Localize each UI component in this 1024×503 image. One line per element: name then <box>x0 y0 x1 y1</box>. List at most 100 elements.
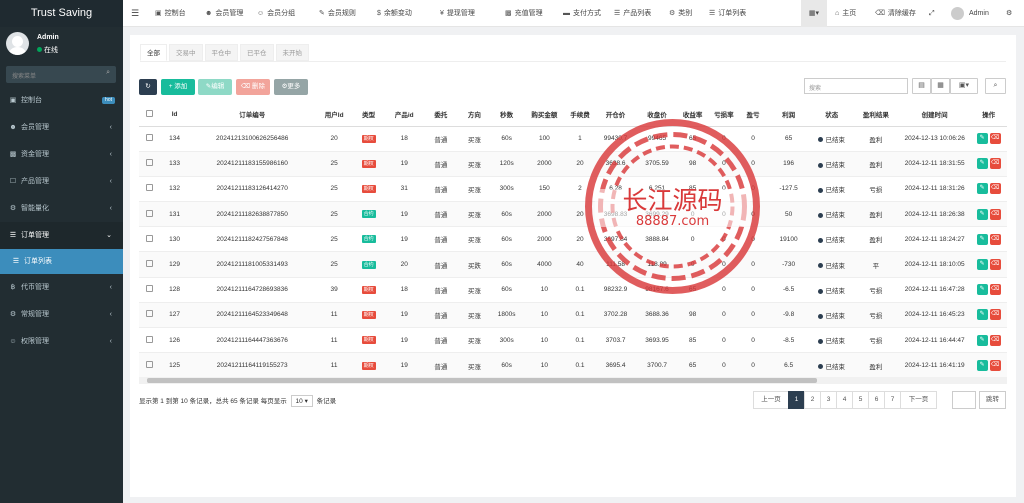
fullscreen-icon[interactable]: ⤢ <box>929 0 935 27</box>
column-header[interactable]: 利润 <box>766 103 811 127</box>
table-row[interactable]: 134 20241213100626256486 20 期权 18 普通 买涨 60s 100 1… <box>139 125 1007 152</box>
delete-icon[interactable]: ⌫ <box>989 158 1001 170</box>
table-row[interactable]: 132 20241211183126414270 25 期权 31 普通 买涨 300s 150… <box>139 175 1007 202</box>
delete-icon[interactable]: ⌫ <box>989 334 1001 346</box>
row-checkbox[interactable] <box>146 361 154 369</box>
row-checkbox[interactable] <box>146 310 154 318</box>
home-link[interactable]: ⌂ 主页 <box>835 0 856 27</box>
delete-button[interactable]: ⌫ 删除 <box>236 79 270 95</box>
page-button[interactable]: 2 <box>804 391 821 409</box>
edit-icon[interactable]: ✎ <box>976 183 988 195</box>
sidebar-item-5[interactable]: ☰ 订单管理 ⌄ <box>0 222 123 249</box>
table-search-input[interactable]: 搜索 <box>804 78 908 94</box>
sidebar-item-3[interactable]: ☐ 产品管理 ‹ <box>0 168 123 195</box>
delete-icon[interactable]: ⌫ <box>989 183 1001 195</box>
sidebar-item-4[interactable]: ⚙ 智能量化 ‹ <box>0 195 123 222</box>
column-header[interactable]: 状态 <box>810 103 853 127</box>
delete-icon[interactable]: ⌫ <box>989 284 1001 296</box>
table-row[interactable]: 128 20241211164728693836 39 期权 18 普通 买涨 60s 10 0.… <box>139 276 1007 303</box>
settings-gear-icon[interactable]: ⚙ <box>1006 0 1012 27</box>
next-page-button[interactable]: 下一页 <box>900 391 937 409</box>
sidebar-item-7[interactable]: ฿ 代币管理 ‹ <box>0 274 123 301</box>
delete-icon[interactable]: ⌫ <box>989 259 1001 271</box>
clear-cache-button[interactable]: ⌫ 清除缓存 <box>875 0 916 27</box>
column-header[interactable]: 订单编号 <box>188 103 316 127</box>
table-row[interactable]: 126 20241211164447363676 11 期权 19 普通 买涨 300s 10 0… <box>139 326 1007 353</box>
table-row[interactable]: 127 20241211164523349648 11 期权 19 普通 买涨 1800s 10… <box>139 301 1007 328</box>
scrollbar-thumb[interactable] <box>147 378 817 383</box>
table-row[interactable]: 131 20241211182638877850 25 合约 19 普通 买涨 60s 2000… <box>139 201 1007 227</box>
add-button[interactable]: + 添加 <box>161 79 195 95</box>
page-size-select[interactable]: 10 ▾ <box>290 395 313 407</box>
page-jump-input[interactable] <box>952 391 976 409</box>
topnav-item-4[interactable]: $ 余额变动 <box>377 0 412 27</box>
page-button[interactable]: 5 <box>852 391 869 409</box>
row-checkbox[interactable] <box>146 260 154 268</box>
row-checkbox[interactable] <box>146 184 154 192</box>
delete-icon[interactable]: ⌫ <box>989 360 1001 372</box>
edit-icon[interactable]: ✎ <box>976 208 988 220</box>
page-button[interactable]: 3 <box>820 391 837 409</box>
table-row[interactable]: 129 20241211181005331493 25 合约 20 普通 买跌 60s 4000… <box>139 251 1007 278</box>
sidebar-item-6[interactable]: ☰ 订单列表 <box>0 249 123 274</box>
column-header[interactable]: 产品id <box>384 103 424 127</box>
delete-icon[interactable]: ⌫ <box>989 133 1001 145</box>
sidebar-item-8[interactable]: ⚙ 常规管理 ‹ <box>0 301 123 328</box>
more-button[interactable]: ⚙更多 <box>274 79 308 95</box>
tab-2[interactable]: 平仓中 <box>204 44 238 61</box>
sidebar-item-0[interactable]: ▣ 控制台 hot <box>0 87 123 114</box>
page-button[interactable]: 1 <box>788 391 805 409</box>
table-row[interactable]: 130 20241211182427567848 25 合约 19 普通 买涨 60s 2000… <box>139 226 1007 252</box>
export-dropdown-icon[interactable]: ▣▾ <box>950 78 978 94</box>
column-header[interactable]: 方向 <box>458 103 491 127</box>
topnav-item-6[interactable]: ▩ 充值管理 <box>505 0 543 27</box>
search-icon[interactable]: ⌕ <box>106 69 110 77</box>
theme-toggle-button[interactable]: ▦▾ <box>801 0 827 27</box>
sidebar-item-2[interactable]: ▩ 资金管理 ‹ <box>0 141 123 168</box>
column-header[interactable]: 创建时间 <box>899 103 971 127</box>
page-button[interactable]: 7 <box>884 391 901 409</box>
page-jump-button[interactable]: 跳转 <box>979 391 1006 409</box>
prev-page-button[interactable]: 上一页 <box>753 391 789 409</box>
edit-icon[interactable]: ✎ <box>976 309 988 321</box>
tab-3[interactable]: 已平仓 <box>240 44 274 61</box>
edit-icon[interactable]: ✎ <box>976 334 988 346</box>
row-checkbox[interactable] <box>146 234 154 242</box>
edit-button[interactable]: ✎编辑 <box>198 79 232 95</box>
columns-icon[interactable]: ▦ <box>931 78 950 94</box>
table-row[interactable]: 133 20241211183155986160 25 期权 19 普通 买涨 120s 200… <box>139 150 1007 177</box>
topnav-item-3[interactable]: ✎ 会员规则 <box>319 0 356 27</box>
horizontal-scrollbar[interactable] <box>139 377 1007 384</box>
row-checkbox[interactable] <box>146 335 154 343</box>
toggle-view-icon[interactable]: ▤ <box>912 78 931 94</box>
tab-1[interactable]: 交易中 <box>169 44 203 61</box>
column-header[interactable]: 委托 <box>423 103 459 127</box>
topnav-item-5[interactable]: ¥ 提现管理 <box>440 0 475 27</box>
edit-icon[interactable]: ✎ <box>976 284 988 296</box>
column-header[interactable]: 操作 <box>970 103 1007 127</box>
sidebar-item-1[interactable]: ☻ 会员管理 ‹ <box>0 114 123 141</box>
tab-0[interactable]: 全部 <box>140 44 167 61</box>
refresh-button[interactable]: ↻ <box>139 79 157 95</box>
table-row[interactable]: 125 20241211164119155273 11 期权 19 普通 买涨 60s 10 0.… <box>139 352 1007 378</box>
row-checkbox[interactable] <box>146 134 154 142</box>
row-checkbox[interactable] <box>146 285 154 293</box>
edit-icon[interactable]: ✎ <box>976 360 988 372</box>
topnav-item-9[interactable]: ⚙ 类别 <box>669 0 692 27</box>
menu-toggle-icon[interactable]: ☰ <box>131 0 139 27</box>
page-button[interactable]: 4 <box>836 391 853 409</box>
topnav-item-7[interactable]: ▬ 支付方式 <box>563 0 601 27</box>
edit-icon[interactable]: ✎ <box>976 133 988 145</box>
delete-icon[interactable]: ⌫ <box>989 233 1001 245</box>
column-header[interactable]: 秒数 <box>490 103 523 127</box>
page-button[interactable]: 6 <box>868 391 885 409</box>
edit-icon[interactable]: ✎ <box>976 233 988 245</box>
topnav-item-2[interactable]: ☺ 会员分组 <box>257 0 295 27</box>
column-header[interactable]: 购买金额 <box>522 103 566 127</box>
edit-icon[interactable]: ✎ <box>976 158 988 170</box>
column-header[interactable]: Id <box>160 103 189 127</box>
topnav-item-10[interactable]: ☰ 订单列表 <box>709 0 746 27</box>
delete-icon[interactable]: ⌫ <box>989 208 1001 220</box>
edit-icon[interactable]: ✎ <box>976 259 988 271</box>
row-checkbox[interactable] <box>146 209 154 217</box>
